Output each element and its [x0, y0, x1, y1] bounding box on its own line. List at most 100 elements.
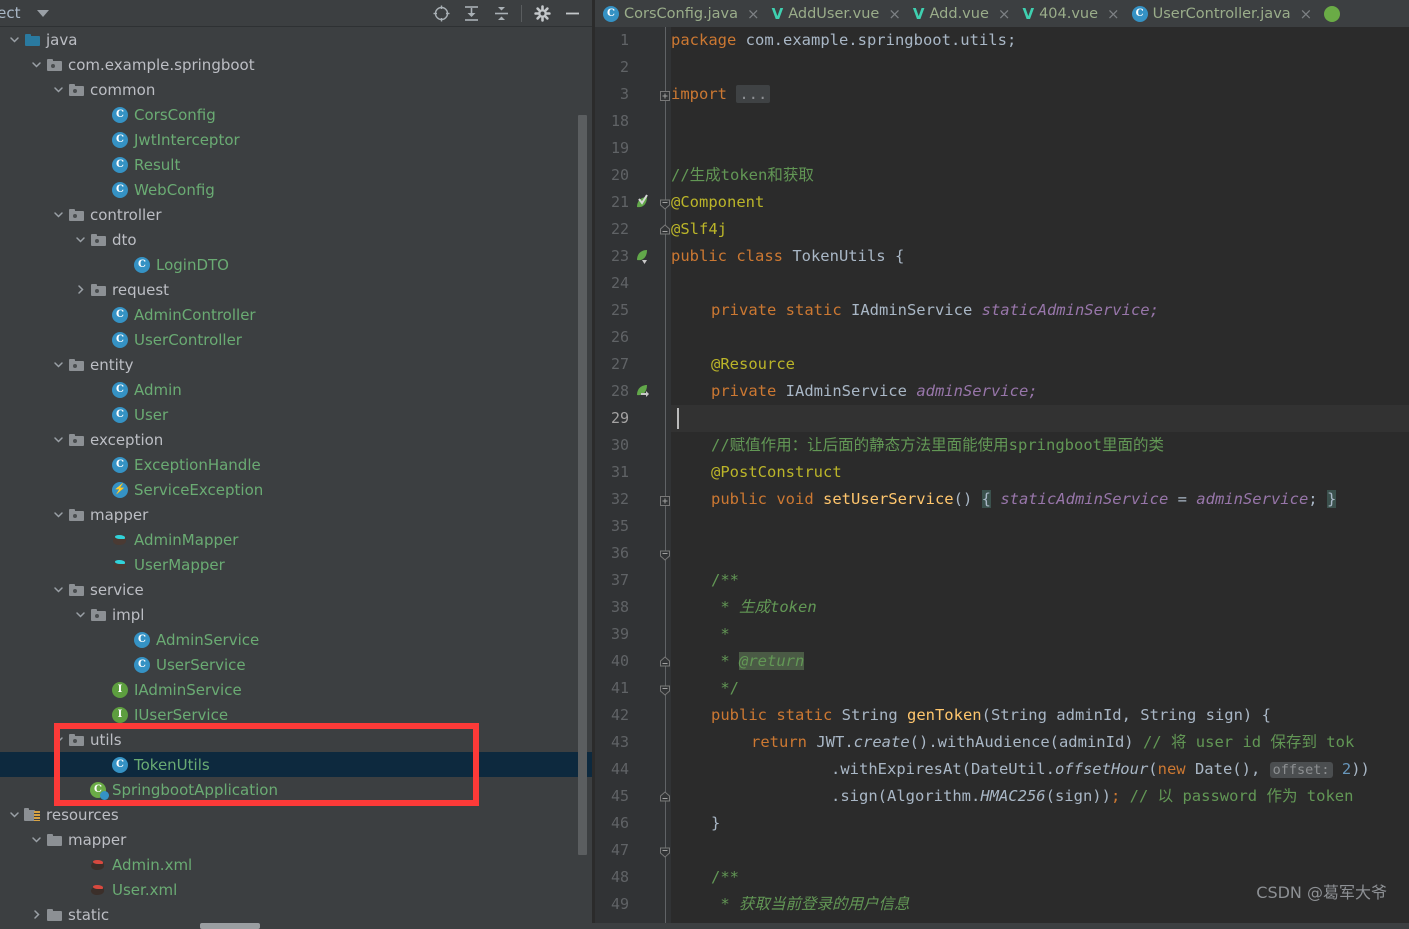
- tree-node-springbootapplication[interactable]: C SpringbootApplication: [0, 777, 595, 802]
- tree-twisty-down-icon[interactable]: [50, 581, 67, 598]
- fold-marker-top[interactable]: [659, 547, 671, 561]
- tree-twisty-down-icon[interactable]: [50, 206, 67, 223]
- tree-twisty-down-icon[interactable]: [50, 81, 67, 98]
- tree-twisty-down-icon[interactable]: [50, 731, 67, 748]
- chevron-down-icon[interactable]: [36, 9, 49, 17]
- tree-node-usermapper[interactable]: UserMapper: [0, 552, 595, 577]
- line-number: 22: [610, 220, 629, 238]
- fold-marker-top[interactable]: [659, 196, 671, 210]
- spring-bean-icon[interactable]: [633, 383, 650, 400]
- import-fold-placeholder[interactable]: ...: [736, 85, 771, 103]
- tree-twisty-down-icon[interactable]: [50, 506, 67, 523]
- hide-icon[interactable]: [557, 1, 587, 25]
- horizontal-scrollbar-thumb[interactable]: [200, 923, 260, 929]
- tree-node-user-xml[interactable]: User.xml: [0, 877, 595, 902]
- tree-node-admin-xml[interactable]: Admin.xml: [0, 852, 595, 877]
- package-icon: [90, 608, 106, 621]
- tree-twisty-down-icon[interactable]: [6, 31, 23, 48]
- tree-node-mapper[interactable]: mapper: [0, 502, 595, 527]
- code-area[interactable]: package com.example.springboot.utils; im…: [671, 27, 1409, 929]
- fold-marker-top[interactable]: [659, 682, 671, 696]
- tree-node-java[interactable]: java: [0, 27, 595, 52]
- tree-node-adminservice[interactable]: C AdminService: [0, 627, 595, 652]
- mybatis-mapper-icon: [111, 558, 129, 572]
- resources-folder-icon: [24, 808, 40, 821]
- editor-body[interactable]: 1 2 3 18 19 20 21 22 23 24 25 26 27 28 29 30 31 32 35 36 37 3…: [595, 27, 1409, 929]
- tree-node-user[interactable]: C User: [0, 402, 595, 427]
- java-class-icon: C: [134, 631, 150, 648]
- tree-node-iuserservice[interactable]: I IUserService: [0, 702, 595, 727]
- tree-node-result[interactable]: C Result: [0, 152, 595, 177]
- tree-twisty-down-icon[interactable]: [6, 806, 23, 823]
- tree-node-serviceexception[interactable]: ⚡ ServiceException: [0, 477, 595, 502]
- collapse-all-icon[interactable]: [486, 1, 516, 25]
- tree-twisty-none-icon: [94, 456, 111, 473]
- fold-marker-bottom[interactable]: [659, 223, 671, 237]
- tree-twisty-down-icon[interactable]: [72, 606, 89, 623]
- tree-twisty-down-icon[interactable]: [50, 431, 67, 448]
- close-icon[interactable]: ×: [747, 5, 760, 23]
- close-icon[interactable]: ×: [888, 5, 901, 23]
- tree-node-common[interactable]: common: [0, 77, 595, 102]
- tree-node-service[interactable]: service: [0, 577, 595, 602]
- tree-node-resources[interactable]: resources: [0, 802, 595, 827]
- editor-tab-adduser-vue[interactable]: V AddUser.vue ×: [764, 0, 905, 27]
- tree-twisty-none-icon: [72, 781, 89, 798]
- close-icon[interactable]: ×: [1107, 5, 1120, 23]
- fold-marker-bottom[interactable]: [659, 655, 671, 669]
- fold-marker-bottom[interactable]: [659, 790, 671, 804]
- editor-tab-add-vue[interactable]: V Add.vue ×: [905, 0, 1015, 27]
- expand-all-icon[interactable]: [456, 1, 486, 25]
- tree-node-corsconfig[interactable]: C CorsConfig: [0, 102, 595, 127]
- tree-node-logindto[interactable]: C LoginDTO: [0, 252, 595, 277]
- tree-twisty-right-icon[interactable]: [28, 906, 45, 923]
- java-interface-icon: I: [112, 681, 128, 698]
- editor-tab-404-vue[interactable]: V 404.vue ×: [1014, 0, 1123, 27]
- tree-node-label: service: [90, 580, 144, 599]
- tree-twisty-down-icon[interactable]: [28, 56, 45, 73]
- close-icon[interactable]: ×: [1300, 5, 1313, 23]
- tree-twisty-down-icon[interactable]: [28, 831, 45, 848]
- editor-tab-corsconfig-java[interactable]: C CorsConfig.java ×: [595, 0, 764, 27]
- tree-node-userservice[interactable]: C UserService: [0, 652, 595, 677]
- tree-twisty-right-icon[interactable]: [72, 281, 89, 298]
- tree-node-usercontroller[interactable]: C UserController: [0, 327, 595, 352]
- tree-node-dto[interactable]: dto: [0, 227, 595, 252]
- tree-node-webconfig[interactable]: C WebConfig: [0, 177, 595, 202]
- tree-node-utils[interactable]: utils: [0, 727, 595, 752]
- project-tree[interactable]: java com.example.springboot common C CorsCon…: [0, 27, 595, 929]
- tree-twisty-down-icon[interactable]: [72, 231, 89, 248]
- fold-marker-top[interactable]: [659, 844, 671, 858]
- editor-tab-overflow[interactable]: [1316, 0, 1344, 27]
- tree-node-exception[interactable]: exception: [0, 427, 595, 452]
- tree-node-admincontroller[interactable]: C AdminController: [0, 302, 595, 327]
- fold-marker-plus[interactable]: [659, 493, 671, 507]
- project-toolwindow-header: roject: [0, 0, 595, 27]
- editor-tab-usercontroller-java[interactable]: C UserController.java ×: [1124, 0, 1317, 27]
- fold-column[interactable]: [659, 27, 671, 929]
- settings-gear-icon[interactable]: [527, 1, 557, 25]
- close-icon[interactable]: ×: [998, 5, 1011, 23]
- fold-marker-plus[interactable]: [659, 88, 671, 102]
- tree-node-com-example-springboot[interactable]: com.example.springboot: [0, 52, 595, 77]
- tree-node-mapper[interactable]: mapper: [0, 827, 595, 852]
- tree-twisty-down-icon[interactable]: [50, 356, 67, 373]
- tree-node-impl[interactable]: impl: [0, 602, 595, 627]
- select-opened-file-icon[interactable]: [426, 1, 456, 25]
- spring-bean-icon[interactable]: [633, 248, 650, 265]
- tree-node-iadminservice[interactable]: I IAdminService: [0, 677, 595, 702]
- tree-node-exceptionhandle[interactable]: C ExceptionHandle: [0, 452, 595, 477]
- mybatis-mapper-icon: [111, 533, 129, 547]
- tree-node-adminmapper[interactable]: AdminMapper: [0, 527, 595, 552]
- panel-divider[interactable]: [592, 0, 595, 929]
- package-icon: [68, 508, 84, 521]
- tree-node-controller[interactable]: controller: [0, 202, 595, 227]
- tree-node-tokenutils[interactable]: C TokenUtils: [0, 752, 595, 777]
- tree-node-request[interactable]: request: [0, 277, 595, 302]
- spring-bean-icon[interactable]: [633, 194, 650, 211]
- tree-node-admin[interactable]: C Admin: [0, 377, 595, 402]
- project-tree-scrollbar[interactable]: [578, 115, 587, 855]
- editor-tab-bar[interactable]: C CorsConfig.java × V AddUser.vue × V Add.vue × V…: [595, 0, 1409, 27]
- tree-node-entity[interactable]: entity: [0, 352, 595, 377]
- tree-node-jwtinterceptor[interactable]: C JwtInterceptor: [0, 127, 595, 152]
